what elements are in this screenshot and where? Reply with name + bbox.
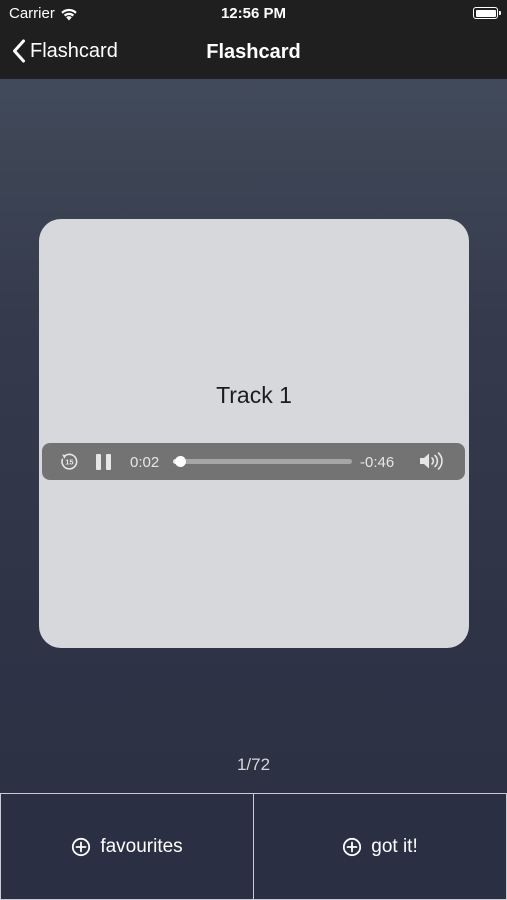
battery-level [475,9,496,17]
page-title: Flashcard [206,41,301,63]
add-circle-icon [72,837,91,856]
battery-nub [499,11,501,15]
progress-slider[interactable] [173,456,352,467]
pause-icon-bar [106,454,111,470]
battery-icon [473,7,501,19]
pause-icon [96,454,101,470]
card-counter: 1/72 [236,755,271,774]
progress-thumb[interactable] [175,456,187,467]
action-bar: favourites got it! [0,793,507,900]
flashcard-screen: Carrier 12:56 PM Flashcard Flashcard Tra… [0,0,507,900]
favourites-label: favourites [100,835,183,857]
skip-back-15-icon: 15 [61,453,78,470]
pause-button[interactable] [96,454,111,470]
flashcard[interactable]: Track 1 15 0:02 -0:46 [39,219,469,648]
got-it-button[interactable]: got it! [254,793,507,900]
volume-button[interactable] [418,451,446,475]
add-circle-icon [343,837,362,856]
volume-icon [420,452,443,470]
remaining-time: -0:46 [360,454,395,471]
favourites-button[interactable]: favourites [0,793,254,900]
skip-seconds-label: 15 [65,458,73,467]
skip-back-15-button[interactable]: 15 [59,451,79,475]
navigation-bar: Flashcard Flashcard [0,28,507,79]
status-time: 12:56 PM [220,5,287,22]
audio-player: 15 0:02 -0:46 [42,443,465,480]
status-bar: Carrier 12:56 PM [0,0,507,28]
track-title: Track 1 [216,382,292,408]
got-it-label: got it! [371,835,418,857]
elapsed-time: 0:02 [130,454,160,471]
top-bar: Carrier 12:56 PM Flashcard Flashcard [0,0,507,79]
